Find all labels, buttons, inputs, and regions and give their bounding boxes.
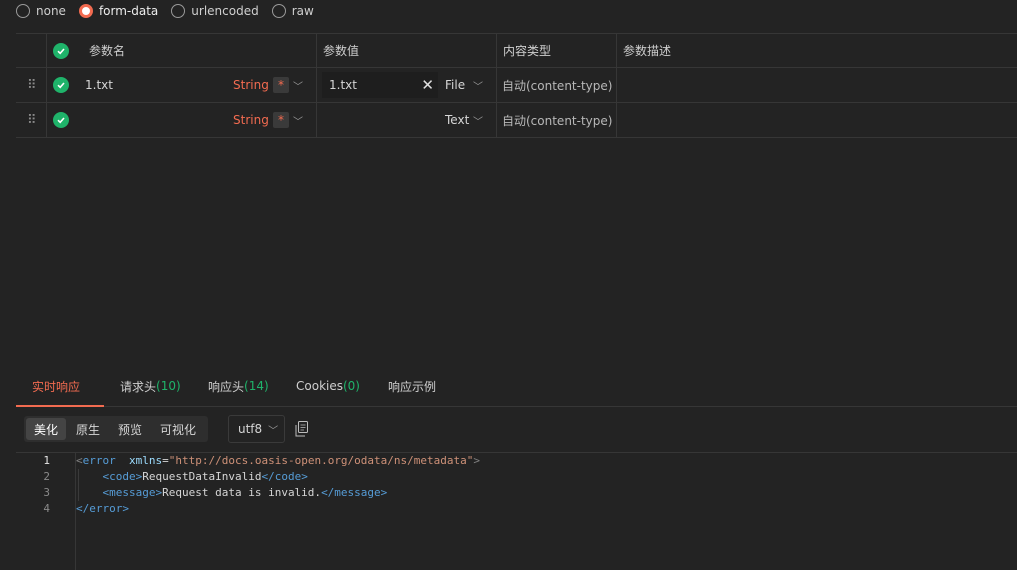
param-value-input[interactable]: 1.txt ✕ [322, 72, 438, 98]
params-table: 参数名 参数值 内容类型 参数描述 ⠿ 1.txt String * ﹀ 1.t… [16, 33, 1017, 138]
header-param-name: 参数名 [89, 44, 126, 58]
view-mode-raw[interactable]: 原生 [68, 418, 108, 440]
content-type-input[interactable]: 自动(content-type) [502, 68, 612, 102]
code-line: <message>Request data is invalid.</messa… [102, 486, 388, 499]
chevron-down-icon: ﹀ [268, 425, 279, 437]
radio-raw[interactable]: raw [271, 4, 314, 18]
response-code-viewer[interactable]: 1 2 3 4 <error xmlns="http://docs.oasis-… [16, 452, 1017, 570]
tab-response-examples[interactable]: 响应示例 [388, 366, 436, 406]
view-mode-pretty[interactable]: 美化 [26, 418, 67, 440]
code-line: <error xmlns="http://docs.oasis-open.org… [76, 454, 481, 467]
value-kind-select[interactable]: File [445, 68, 465, 102]
tab-cookies[interactable]: Cookies (0) [296, 366, 360, 406]
view-mode-switch: 美化 原生 预览 可视化 [24, 416, 209, 442]
encoding-select[interactable]: utf8 ﹀ [228, 415, 285, 443]
radio-circle-icon [171, 4, 186, 18]
radio-circle-icon [271, 4, 286, 18]
response-tabs: 实时响应 请求头 (10) 响应头 (14) Cookies (0) 响应示例 [16, 366, 1017, 407]
copy-icon[interactable] [295, 421, 309, 437]
check-circle-icon [53, 42, 69, 59]
chevron-down-icon[interactable]: ﹀ [473, 68, 483, 102]
chevron-down-icon[interactable]: ﹀ [293, 103, 303, 137]
content-type-input[interactable]: 自动(content-type) [502, 103, 612, 137]
row-checkbox[interactable] [53, 68, 69, 102]
chevron-down-icon[interactable]: ﹀ [293, 68, 303, 102]
line-number: 3 [43, 486, 50, 499]
radio-selected-icon [78, 4, 93, 18]
param-type-label[interactable]: String [233, 103, 269, 137]
select-all-checkbox[interactable] [53, 34, 69, 67]
tab-request-headers[interactable]: 请求头 (10) [120, 366, 181, 406]
header-param-value: 参数值 [323, 44, 360, 58]
header-description: 参数描述 [623, 44, 672, 58]
view-mode-visualize[interactable]: 可视化 [152, 418, 204, 440]
code-line: <code>RequestDataInvalid</code> [102, 470, 308, 483]
radio-none[interactable]: none [16, 4, 66, 18]
drag-handle-icon[interactable]: ⠿ [27, 68, 36, 102]
table-row: ⠿ 1.txt String * ﹀ 1.txt ✕ File ﹀ 自动(con… [16, 68, 1017, 103]
required-toggle[interactable]: * [273, 103, 289, 137]
table-header-row: 参数名 参数值 内容类型 参数描述 [16, 33, 1017, 68]
check-circle-icon [53, 77, 69, 93]
line-number-gutter: 1 2 3 4 [16, 453, 76, 570]
tab-realtime-response[interactable]: 实时响应 [32, 366, 80, 406]
body-type-selector: none form-data urlencoded raw [16, 2, 327, 20]
param-type-label[interactable]: String [233, 68, 269, 102]
header-content-type: 内容类型 [503, 44, 552, 58]
drag-handle-icon[interactable]: ⠿ [27, 103, 36, 137]
table-row: ⠿ String * ﹀ Text ﹀ 自动(content-type) [16, 103, 1017, 138]
line-number: 1 [43, 454, 50, 467]
tab-response-headers[interactable]: 响应头 (14) [208, 366, 269, 406]
param-name-input[interactable]: 1.txt [85, 68, 113, 102]
view-mode-preview[interactable]: 预览 [110, 418, 150, 440]
close-icon[interactable]: ✕ [421, 76, 434, 94]
line-number: 4 [43, 502, 50, 515]
radio-urlencoded[interactable]: urlencoded [171, 4, 259, 18]
check-circle-icon [53, 112, 69, 128]
value-kind-select[interactable]: Text [445, 103, 469, 137]
required-toggle[interactable]: * [273, 68, 289, 102]
active-tab-indicator [16, 405, 104, 407]
radio-form-data[interactable]: form-data [78, 4, 158, 18]
code-line: </error> [76, 502, 129, 515]
row-checkbox[interactable] [53, 103, 69, 137]
param-value-cell: 1.txt ✕ [316, 68, 496, 102]
line-number: 2 [43, 470, 50, 483]
radio-circle-icon [16, 4, 30, 18]
chevron-down-icon[interactable]: ﹀ [473, 103, 483, 137]
